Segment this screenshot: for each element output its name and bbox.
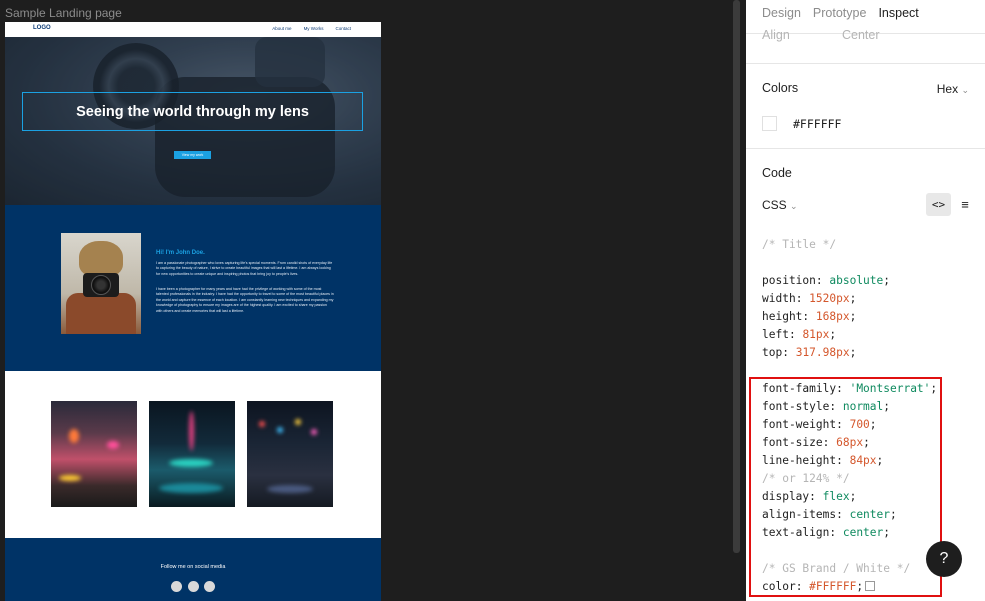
photo-hair [79,241,123,277]
code-language-select[interactable]: CSS ⌄ [762,198,798,212]
footer-social-text: Follow me on social media [160,564,226,570]
color-swatch[interactable] [762,116,777,131]
portrait-photo [61,233,141,334]
hero-section[interactable]: Seeing the world through my lens View my… [5,37,381,205]
tab-inspect[interactable]: Inspect [878,6,918,20]
code-value: 168px [815,310,850,323]
about-paragraph-2: I have been a photographer for many year… [156,287,334,313]
code-line: left: 81px; [762,328,837,341]
sign-glow [69,429,79,443]
nav-link-about[interactable]: About me [272,26,291,31]
code-line: top: 317.98px; [762,346,857,359]
gallery-image-1[interactable] [51,401,137,507]
design-canvas[interactable]: Sample Landing page LOGO About me My Wor… [0,0,740,601]
canvas-scrollbar[interactable] [733,0,740,553]
photo-lens [91,275,111,295]
code-view-icon[interactable]: <> [926,193,951,216]
color-format-select[interactable]: Hex ⌄ [937,82,969,96]
about-heading: Hi! I'm John Doe. [156,250,205,256]
about-section[interactable]: Hi! I'm John Doe. I am a passionate phot… [5,205,381,371]
lantern-glow [259,421,265,427]
landing-page-frame[interactable]: LOGO About me My Works Contact Seeing th… [5,22,381,601]
nav-link-works[interactable]: My Works [304,26,324,31]
marquee-glow [169,459,213,467]
tab-prototype[interactable]: Prototype [813,6,867,20]
divider [746,63,985,64]
sign-glow [107,441,119,449]
street-reflection [267,485,313,493]
code-value: 317.98px [795,346,850,359]
tower-glow [189,411,194,451]
social-icon-1[interactable] [171,581,182,592]
lantern-glow [311,429,317,435]
align-label: Align [762,28,790,42]
annotation-highlight-box [749,377,942,597]
help-button[interactable]: ? [926,541,962,577]
code-value: 1520px [809,292,850,305]
lantern-glow [295,419,301,425]
code-line: /* Title */ [762,236,836,254]
code-line: position: absolute; [762,274,891,287]
gallery-image-2[interactable] [149,401,235,507]
frame-label[interactable]: Sample Landing page [5,6,122,20]
list-view-icon[interactable]: ≡ [955,193,975,216]
code-value: absolute [829,274,884,287]
code-line: width: 1520px; [762,292,857,305]
color-value[interactable]: #FFFFFF [793,117,841,131]
site-nav: LOGO About me My Works Contact [5,22,381,37]
photo-jacket [66,293,136,334]
tab-design[interactable]: Design [762,6,801,20]
chevron-down-icon: ⌄ [961,85,969,95]
social-icon-2[interactable] [188,581,199,592]
help-icon: ? [939,550,949,567]
code-language-label: CSS [762,198,787,212]
code-value: 81px [802,328,830,341]
color-format-label: Hex [936,82,959,96]
code-property: left [762,328,789,341]
colors-title: Colors [762,81,799,95]
lantern-glow [277,427,283,433]
reflection-glow [159,483,223,493]
align-row: Align Center [762,28,972,42]
nav-links: About me My Works Contact [272,26,351,31]
nav-link-contact[interactable]: Contact [335,26,351,31]
code-title: Code [762,166,792,180]
panel-tabs: Design Prototype Inspect [762,6,919,20]
hero-title[interactable]: Seeing the world through my lens [22,92,363,131]
footer-section[interactable]: Follow me on social media [5,538,381,601]
code-line: height: 168px; [762,310,857,323]
taxi-glow [59,475,81,481]
align-value: Center [842,28,880,42]
site-logo[interactable]: LOGO [33,25,51,31]
gallery-image-3[interactable] [247,401,333,507]
view-work-button[interactable]: View my work [174,151,211,159]
chevron-down-icon: ⌄ [790,201,798,211]
divider [746,148,985,149]
code-comment: /* Title */ [762,238,837,251]
social-icon-3[interactable] [204,581,215,592]
code-property: width [762,292,796,305]
code-property: position [762,274,816,287]
code-property: height [762,310,803,323]
about-paragraph-1: I am a passionate photographer who loves… [156,261,333,276]
code-property: top [762,346,783,359]
gallery-section[interactable] [5,371,381,538]
